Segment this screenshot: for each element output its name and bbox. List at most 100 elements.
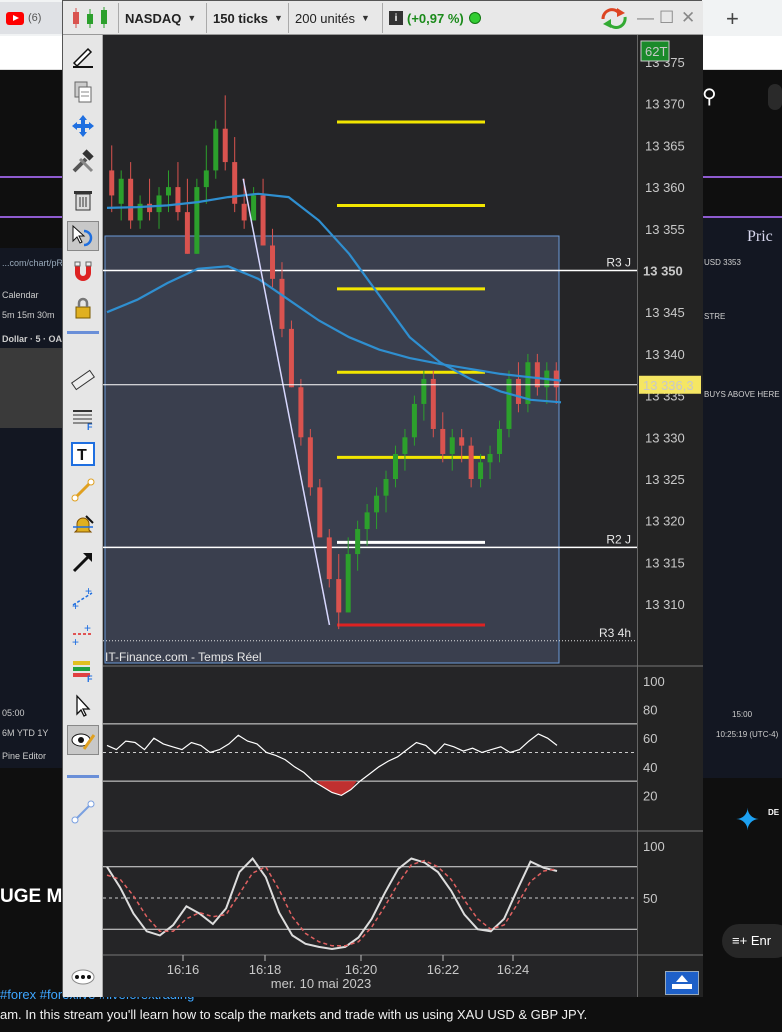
price-tick-label: 13 320: [645, 514, 685, 529]
enroll-label: Enr: [750, 933, 772, 948]
candle-body: [355, 529, 361, 555]
candle-body: [487, 453, 493, 463]
right-stream-annotation: BUYS ABOVE HERE (CL: [704, 390, 782, 399]
stream-calendar: Calendar: [2, 290, 39, 300]
candle-body: [317, 487, 323, 538]
candle-body: [288, 328, 294, 388]
right-stream-preview: Pric USD 3353 STRE BUYS ABOVE HERE (CL 1…: [702, 218, 782, 778]
search-icon[interactable]: ⚲: [702, 84, 717, 109]
candle-body: [147, 203, 153, 213]
rsi-tick-label: 100: [643, 674, 665, 689]
divider: [0, 216, 62, 218]
stoch-line: [106, 856, 558, 951]
time-tick-label: 16:24: [497, 962, 530, 977]
chart-canvas: 13 37513 37013 36513 36013 35513 34513 3…: [103, 40, 703, 991]
selection-zone: [104, 235, 560, 664]
stream-timeframes: 5m 15m 30m: [2, 310, 55, 320]
right-stream-time: 15:00: [732, 710, 753, 719]
time-tick-label: 16:22: [427, 962, 460, 977]
divider: [0, 176, 62, 178]
candle-body: [307, 437, 313, 488]
candle-body: [326, 537, 332, 580]
scroll-arrow-icon: [672, 975, 692, 989]
candle-body: [459, 437, 465, 446]
webcam-image: [0, 348, 62, 428]
time-tick-label: 16:16: [167, 962, 200, 977]
candle-body: [175, 187, 181, 213]
twitter-icon: ✦: [735, 804, 761, 837]
candle-body: [430, 378, 436, 429]
right-stream-label: STRE: [704, 312, 726, 321]
candle-body: [421, 378, 427, 404]
price-tick-label: 13 345: [645, 305, 685, 320]
candle-body: [440, 428, 446, 454]
candle-body: [118, 178, 124, 204]
candle-body: [506, 378, 512, 429]
candle-body: [478, 462, 484, 479]
rsi-oversold-fill: [316, 781, 357, 796]
youtube-icon: [6, 11, 24, 25]
right-stream-quote: USD 3353: [704, 258, 741, 267]
stream-url: ...com/chart/pRUwe: [2, 258, 62, 268]
pivot-level-label: R3 4h: [599, 626, 631, 640]
stoch-line: [106, 859, 558, 947]
enroll-button[interactable]: ≡+ Enr: [722, 924, 782, 958]
candle-body: [374, 495, 380, 513]
video-description: am. In this stream you'll learn how to s…: [0, 1007, 588, 1022]
candle-body: [392, 453, 398, 479]
candle-body: [194, 187, 200, 254]
price-tick-label: 13 365: [645, 138, 685, 153]
candle-body: [222, 128, 228, 163]
current-price-label: 13 336,3: [643, 378, 694, 393]
microphone-icon[interactable]: [768, 84, 782, 110]
candle-body: [203, 170, 209, 188]
candle-body: [213, 128, 219, 171]
candle-body: [345, 554, 351, 613]
chart-watermark: IT-Finance.com - Temps Réel: [105, 650, 262, 664]
rsi-tick-label: 40: [643, 760, 657, 775]
list-icon: ≡+: [732, 933, 748, 948]
pivot-level-label: R3 J: [606, 256, 631, 270]
price-tick-label: 13 330: [645, 430, 685, 445]
candle-body: [449, 437, 455, 454]
candle-body: [241, 203, 247, 221]
divider: [702, 176, 782, 178]
candle-body: [156, 195, 162, 213]
candle-body: [260, 195, 266, 246]
right-stream-title: Pric: [747, 228, 773, 245]
candle-body: [497, 428, 503, 454]
candle-body: [336, 579, 342, 613]
candle-body: [402, 437, 408, 454]
candle-body: [270, 245, 276, 279]
scroll-right-button[interactable]: [665, 971, 699, 995]
price-tick-label: 13 315: [645, 555, 685, 570]
screen: (6) + ⚲ ...com/chart/pRUwe Calendar 5m 1…: [0, 0, 782, 1032]
new-tab-button[interactable]: +: [726, 6, 739, 32]
price-tick-label: 13 360: [645, 180, 685, 195]
candle-body: [364, 512, 370, 530]
time-tick-label: 16:18: [249, 962, 282, 977]
tab-count: (6): [28, 12, 42, 24]
candle-body: [468, 445, 474, 479]
candle-body: [298, 387, 304, 438]
video-title-fragment: UGE M: [0, 886, 63, 907]
left-stream-preview: ...com/chart/pRUwe Calendar 5m 15m 30m D…: [0, 248, 62, 768]
candle-body: [128, 178, 134, 221]
price-tick-label: 13 310: [645, 597, 685, 612]
candle-body: [534, 362, 540, 388]
browser-tab-youtube[interactable]: (6): [0, 2, 62, 34]
price-tick-label: 13 370: [645, 97, 685, 112]
candle-body: [411, 403, 417, 438]
candle-body: [165, 187, 171, 196]
candle-body: [109, 170, 115, 196]
pivot-level-label: R2 J: [606, 532, 631, 546]
candle-body: [184, 212, 190, 254]
candle-body: [279, 278, 285, 329]
rsi-tick-label: 60: [643, 731, 657, 746]
rsi-tick-label: 80: [643, 703, 657, 718]
price-tick-label: 13 355: [645, 222, 685, 237]
candle-body: [515, 378, 521, 404]
twitter-label: DE: [768, 808, 780, 817]
stream-time-label: 05:00: [2, 708, 25, 718]
stream-ranges: 6M YTD 1Y: [2, 728, 49, 738]
